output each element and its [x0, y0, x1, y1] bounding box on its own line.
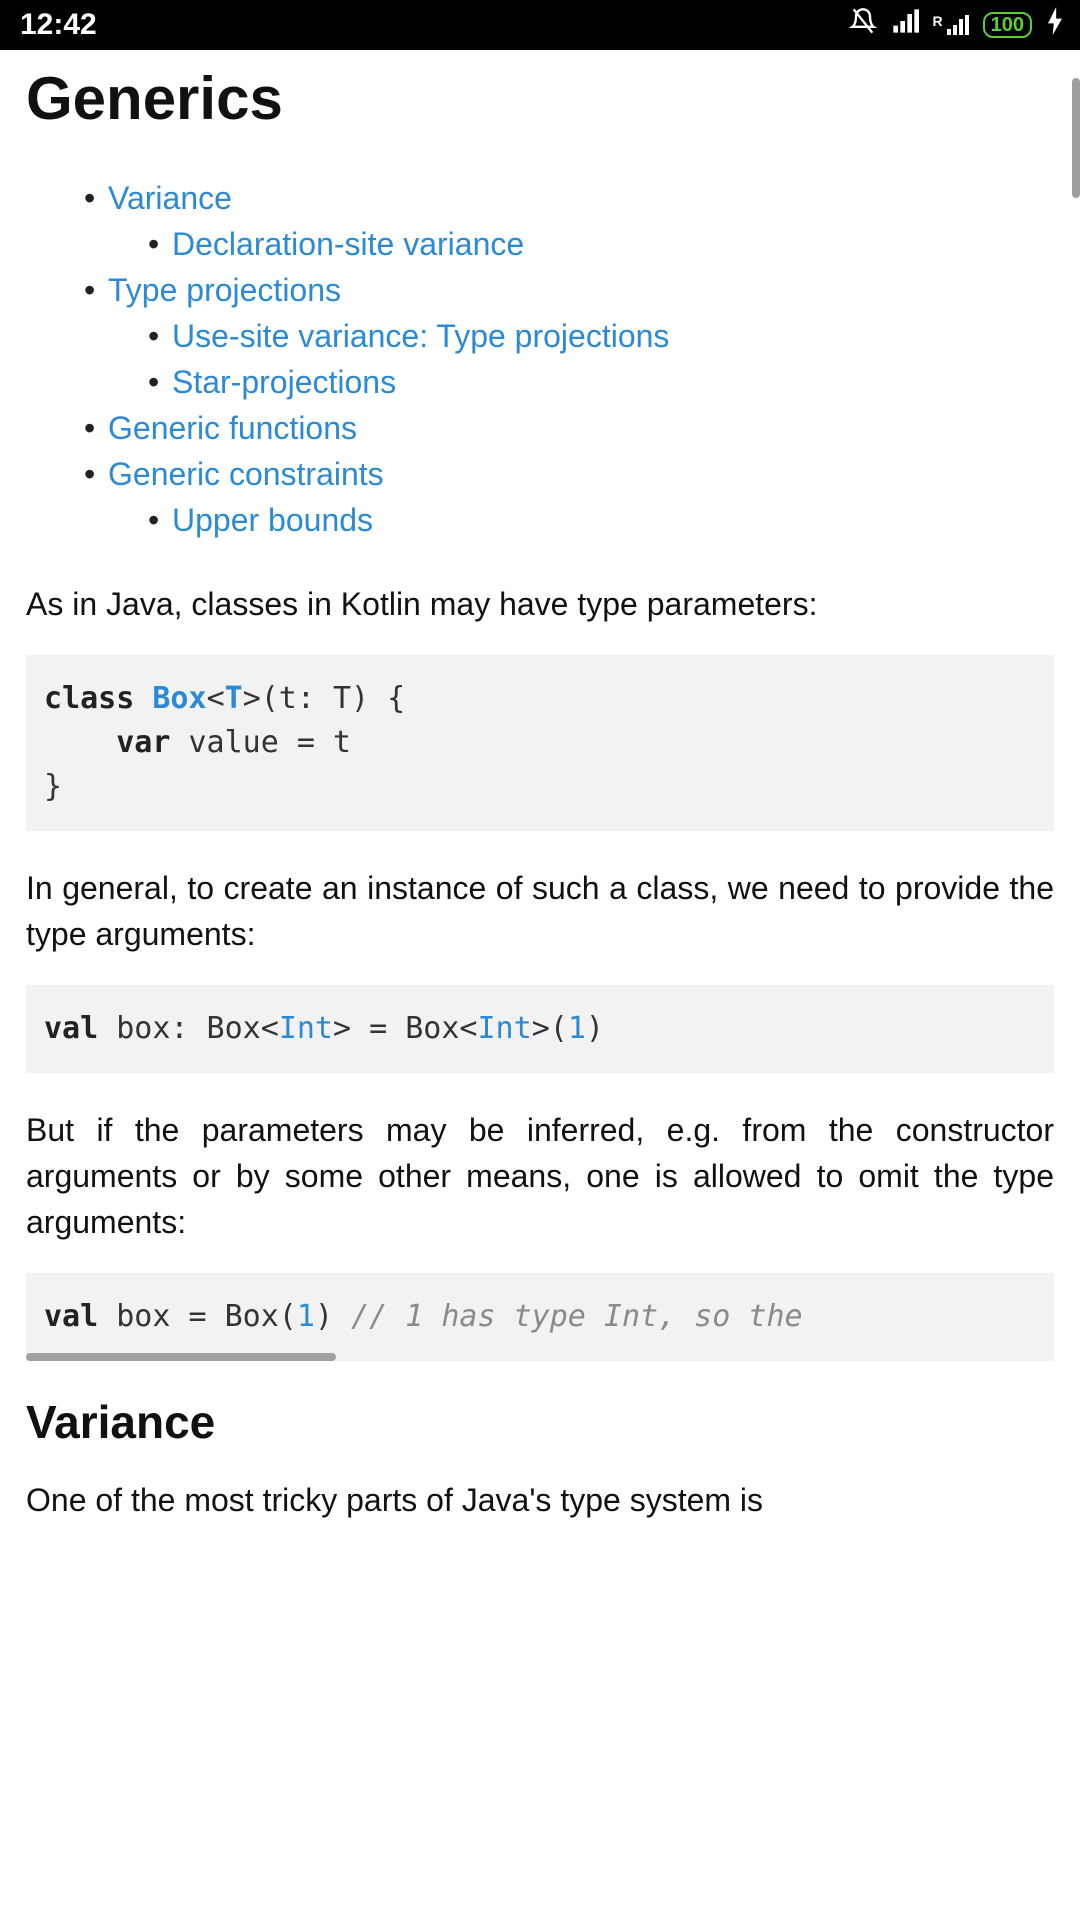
page-title: Generics — [26, 64, 1054, 133]
toc-item-generic-functions: Generic functions — [84, 407, 1054, 449]
toc-link-use-site-variance[interactable]: Use-site variance: Type projections — [172, 318, 669, 354]
code-keyword: class — [44, 681, 134, 716]
code-text: > = Box< — [333, 1011, 478, 1046]
battery-indicator: 100 — [983, 12, 1032, 38]
code-text: < — [207, 681, 225, 716]
toc-item-use-site-variance: Use-site variance: Type projections — [148, 315, 1054, 357]
code-keyword: var — [116, 725, 170, 760]
alarm-off-icon — [849, 7, 877, 43]
code-text: box = Box( — [98, 1299, 297, 1334]
vertical-scrollbar[interactable] — [1072, 78, 1080, 198]
code-type: Int — [478, 1011, 532, 1046]
code-type: Int — [279, 1011, 333, 1046]
paragraph-instance: In general, to create an instance of suc… — [26, 865, 1054, 957]
toc-item-generic-constraints: Generic constraints Upper bounds — [84, 453, 1054, 541]
document-content[interactable]: Generics Variance Declaration-site varia… — [0, 64, 1080, 1523]
toc-link-generic-functions[interactable]: Generic functions — [108, 410, 357, 446]
toc-link-type-projections[interactable]: Type projections — [108, 272, 341, 308]
toc-item-variance: Variance Declaration-site variance — [84, 177, 1054, 265]
toc-item-upper-bounds: Upper bounds — [148, 499, 1054, 541]
signal-icon — [891, 7, 919, 43]
code-text: value = t — [170, 725, 351, 760]
code-comment: // 1 has type Int, so the — [351, 1299, 803, 1334]
toc-link-generic-constraints[interactable]: Generic constraints — [108, 456, 384, 492]
code-block-box-class: class Box<T>(t: T) { var value = t } — [26, 655, 1054, 831]
heading-variance: Variance — [26, 1395, 1054, 1449]
code-number: 1 — [297, 1299, 315, 1334]
code-text: } — [44, 769, 62, 804]
toc-item-type-projections: Type projections Use-site variance: Type… — [84, 269, 1054, 403]
code-typeparam: T — [225, 681, 243, 716]
code-text: >(t: T) { — [243, 681, 406, 716]
status-time: 12:42 — [20, 8, 97, 42]
paragraph-intro: As in Java, classes in Kotlin may have t… — [26, 581, 1054, 627]
code-indent — [44, 725, 116, 760]
status-bar: 12:42 R 100 — [0, 0, 1080, 50]
toc-link-declaration-site-variance[interactable]: Declaration-site variance — [172, 226, 524, 262]
paragraph-variance-intro: One of the most tricky parts of Java's t… — [26, 1477, 1054, 1523]
code-classname: Box — [152, 681, 206, 716]
toc-item-declaration-site-variance: Declaration-site variance — [148, 223, 1054, 265]
code-number: 1 — [568, 1011, 586, 1046]
code-block-box-inferred: val box = Box(1) // 1 has type Int, so t… — [26, 1273, 1054, 1361]
code-text: >( — [532, 1011, 568, 1046]
table-of-contents: Variance Declaration-site variance Type … — [84, 177, 1054, 541]
toc-item-star-projections: Star-projections — [148, 361, 1054, 403]
code-keyword: val — [44, 1299, 98, 1334]
code-block-box-int: val box: Box<Int> = Box<Int>(1) — [26, 985, 1054, 1073]
signal-roaming-icon: R — [933, 13, 969, 37]
charging-icon — [1046, 7, 1064, 43]
code-text: ) — [315, 1299, 351, 1334]
code-text: box: Box< — [98, 1011, 279, 1046]
toc-link-star-projections[interactable]: Star-projections — [172, 364, 396, 400]
horizontal-scrollbar[interactable] — [26, 1353, 336, 1361]
toc-link-variance[interactable]: Variance — [108, 180, 232, 216]
code-text: ) — [586, 1011, 604, 1046]
paragraph-inferred: But if the parameters may be inferred, e… — [26, 1107, 1054, 1245]
toc-link-upper-bounds[interactable]: Upper bounds — [172, 502, 373, 538]
code-keyword: val — [44, 1011, 98, 1046]
